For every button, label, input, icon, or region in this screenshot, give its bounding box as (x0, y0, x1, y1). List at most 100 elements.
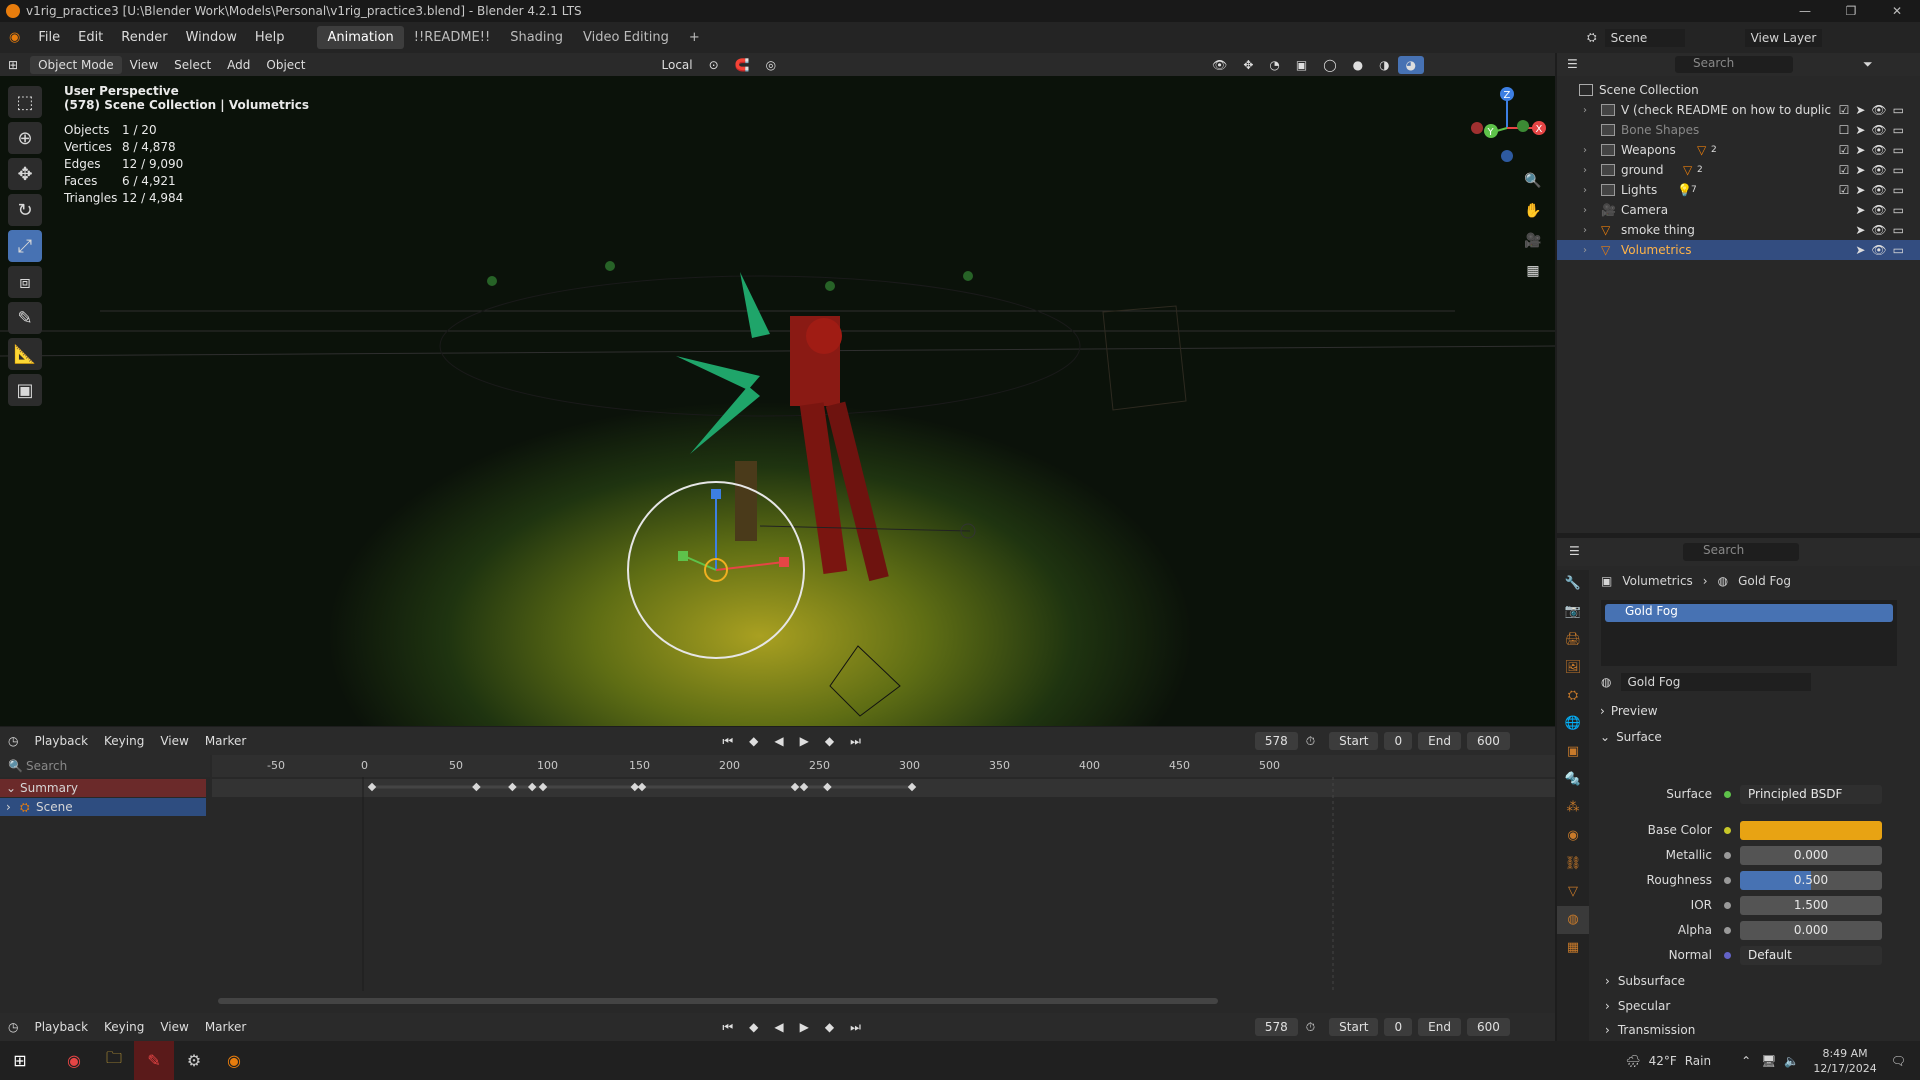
scene-tab-icon[interactable]: ⛭ (1557, 682, 1589, 710)
base-color-swatch[interactable] (1740, 820, 1882, 840)
keyframe-track[interactable] (212, 777, 1555, 1013)
rendered-shading-icon[interactable]: ◕ (1397, 55, 1425, 74)
select-box-tool-icon[interactable]: ⬚ (8, 86, 42, 118)
jump-keyframe-back-icon[interactable]: ◆ (741, 732, 766, 750)
outliner-row[interactable]: › Lights 💡 7 ☑➤👁▭ (1557, 180, 1920, 200)
data-tab-icon[interactable]: ▽ (1557, 878, 1589, 906)
panel-preview[interactable]: › Preview (1600, 700, 1910, 722)
visibility-toggles[interactable]: ➤👁▭ (1855, 243, 1910, 257)
visibility-toggles[interactable]: ➤👁▭ (1855, 223, 1910, 237)
keyframe[interactable] (799, 782, 809, 792)
blender-taskbar-icon[interactable]: ◉ (214, 1041, 254, 1080)
outliner-row[interactable]: › V (check README on how to duplic ☑➤👁▭ (1557, 100, 1920, 120)
visibility-icon[interactable]: 👁 (1204, 56, 1235, 74)
panel-specular[interactable]: › Specular (1605, 995, 1915, 1017)
play-icon[interactable]: ▶ (792, 1018, 817, 1036)
keyframe[interactable] (472, 782, 481, 792)
snap-icon[interactable]: 🧲 (727, 56, 758, 74)
render-tab-icon[interactable]: 📷 (1557, 598, 1589, 626)
view-layer-tab-icon[interactable]: 🖼 (1557, 654, 1589, 682)
chrome-icon[interactable]: ◉ (54, 1041, 94, 1080)
visibility-toggles[interactable]: ☑➤👁▭ (1839, 163, 1910, 177)
outliner-row[interactable]: › ▽ smoke thing ➤👁▭ (1557, 220, 1920, 240)
modifier-tab-icon[interactable]: 🔩 (1557, 766, 1589, 794)
dopesheet-area[interactable]: 🔍 Search -50 0 50 100 150 200 250 300 35… (0, 755, 1555, 1013)
network-icon[interactable]: 🖥 (1761, 1054, 1776, 1068)
scale-tool-icon[interactable]: ⤢ (8, 230, 42, 262)
normal-field[interactable]: Default (1740, 945, 1882, 965)
zoom-icon[interactable]: 🔍 (1520, 168, 1546, 194)
material-slot-item[interactable]: Gold Fog (1605, 604, 1893, 622)
keyframe[interactable] (823, 782, 832, 792)
scene-field[interactable]: Scene (1604, 28, 1685, 47)
workspace-tab-video-editing[interactable]: Video Editing (573, 26, 679, 49)
current-frame-field[interactable]: 578 (1254, 1018, 1298, 1036)
keyframe[interactable] (508, 782, 517, 792)
editor-type-icon[interactable]: ◷ (0, 1018, 26, 1036)
material-name-field[interactable]: Gold Fog (1621, 673, 1812, 691)
minimize-button[interactable]: — (1782, 0, 1828, 22)
rotate-tool-icon[interactable]: ↻ (8, 194, 42, 226)
menu-window[interactable]: Window (177, 30, 246, 45)
play-reverse-icon[interactable]: ◀ (766, 1018, 791, 1036)
horizontal-scrollbar[interactable] (218, 998, 1218, 1004)
visibility-toggles[interactable]: ☑➤👁▭ (1839, 103, 1910, 117)
workspace-tab-readme[interactable]: !!README!! (404, 26, 500, 49)
visibility-toggles[interactable]: ☐➤👁▭ (1839, 123, 1910, 137)
ior-field[interactable]: 1.500 (1740, 895, 1882, 915)
outliner-search-input[interactable]: Search (1675, 56, 1793, 73)
texture-tab-icon[interactable]: ▦ (1557, 934, 1589, 962)
view-menu[interactable]: View (152, 1018, 196, 1036)
clock-date[interactable]: 12/17/2024 (1813, 1061, 1876, 1076)
play-icon[interactable]: ▶ (792, 732, 817, 750)
material-browse-icon[interactable]: ◍ (1601, 675, 1611, 689)
ortho-grid-icon[interactable]: ▦ (1520, 258, 1546, 284)
solid-shading-icon[interactable]: ● (1345, 56, 1371, 74)
outliner-row-selected[interactable]: › ▽ Volumetrics ➤👁▭ (1557, 240, 1920, 260)
menu-help[interactable]: Help (246, 30, 294, 45)
object-tab-icon[interactable]: ▣ (1557, 738, 1589, 766)
alpha-field[interactable]: 0.000 (1740, 920, 1882, 940)
move-tool-icon[interactable]: ✥ (8, 158, 42, 190)
outliner-row[interactable]: › 🎥 Camera ➤👁▭ (1557, 200, 1920, 220)
gizmo-toggle-icon[interactable]: ✥ (1235, 56, 1261, 74)
menu-select[interactable]: Select (166, 56, 219, 74)
filter-icon[interactable]: ⏷ (1863, 57, 1873, 72)
app-icon[interactable]: ✎ (134, 1041, 174, 1080)
outliner-row-scene-collection[interactable]: Scene Collection (1557, 80, 1920, 100)
end-frame-field[interactable]: 600 (1466, 732, 1510, 750)
keyframe[interactable] (790, 782, 800, 792)
keying-menu[interactable]: Keying (96, 1018, 152, 1036)
playback-menu[interactable]: Playback (26, 1018, 96, 1036)
measure-tool-icon[interactable]: 📐 (8, 338, 42, 370)
panel-surface[interactable]: ⌄ Surface (1600, 726, 1910, 748)
jump-end-icon[interactable]: ⏭ (842, 732, 869, 751)
menu-object[interactable]: Object (258, 56, 313, 74)
panel-subsurface[interactable]: › Subsurface (1605, 970, 1915, 992)
channel-summary[interactable]: ⌄ Summary (0, 779, 206, 797)
workspace-tab-animation[interactable]: Animation (317, 26, 404, 49)
editor-type-icon[interactable]: ⊞ (0, 56, 26, 74)
menu-render[interactable]: Render (112, 30, 176, 45)
frame-ruler[interactable]: -50 0 50 100 150 200 250 300 350 400 450… (212, 755, 1555, 777)
clock-time[interactable]: 8:49 AM (1813, 1046, 1876, 1061)
menu-file[interactable]: File (29, 30, 69, 45)
panel-transmission[interactable]: › Transmission (1605, 1019, 1915, 1041)
jump-end-icon[interactable]: ⏭ (842, 1018, 869, 1037)
metallic-field[interactable]: 0.000 (1740, 845, 1882, 865)
menu-view[interactable]: View (122, 56, 166, 74)
close-button[interactable]: ✕ (1874, 0, 1920, 22)
navigation-gizmo[interactable]: Z X Y (1465, 82, 1555, 172)
pivot-point-icon[interactable]: ⊙ (701, 56, 727, 74)
visibility-toggles[interactable]: ☑➤👁▭ (1839, 143, 1910, 157)
output-tab-icon[interactable]: 🖨 (1557, 626, 1589, 654)
roughness-slider[interactable]: 0.500 (1740, 870, 1882, 890)
app2-icon[interactable]: ⚙ (174, 1041, 214, 1080)
playback-menu[interactable]: Playback (26, 732, 96, 750)
outliner-row[interactable]: › Weapons ▽ 2 ☑➤👁▭ (1557, 140, 1920, 160)
properties-editor-icon[interactable]: ☰ (1569, 544, 1580, 558)
cursor-tool-icon[interactable]: ⊕ (8, 122, 42, 154)
end-frame-field[interactable]: 600 (1466, 1018, 1510, 1036)
mode-dropdown[interactable]: Object Mode (30, 55, 122, 74)
visibility-toggles[interactable]: ➤👁▭ (1855, 203, 1910, 217)
